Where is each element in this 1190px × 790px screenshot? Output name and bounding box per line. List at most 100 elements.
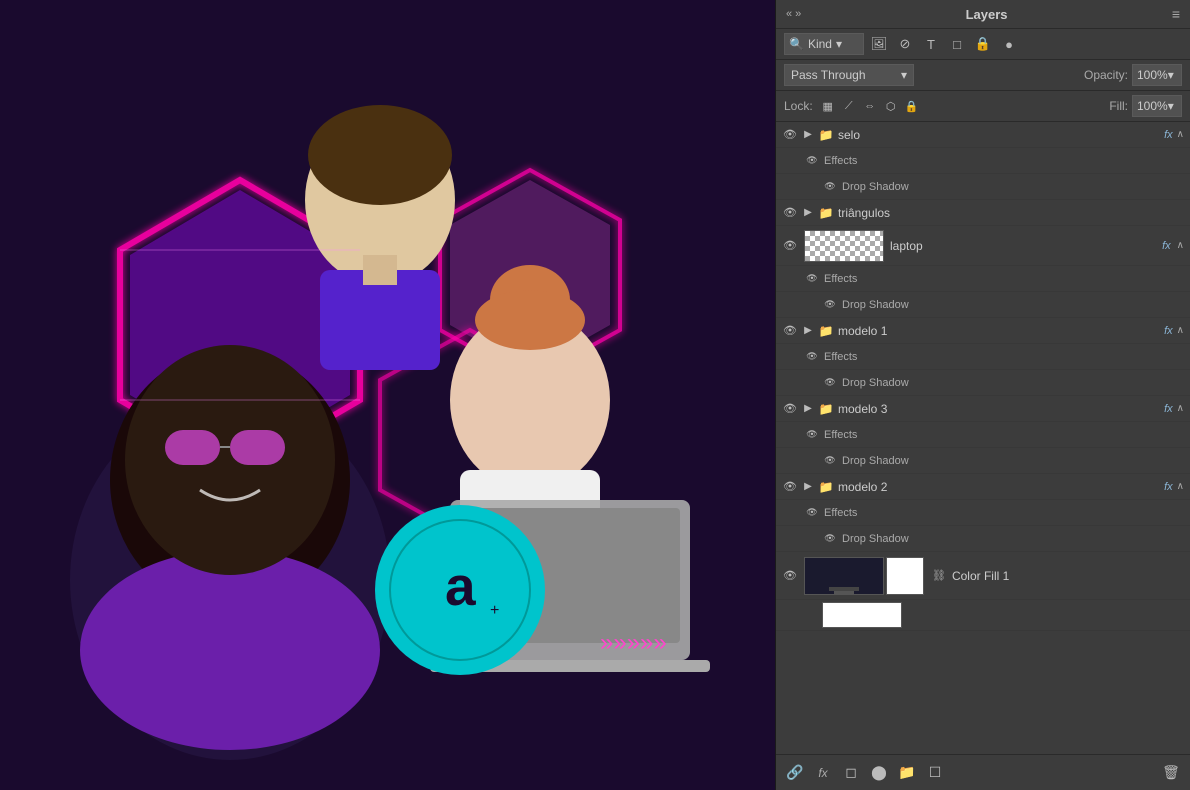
- visibility-icon-laptop-dropshadow[interactable]: 👁: [822, 297, 838, 313]
- colorfill1-thumb-white: [886, 557, 924, 595]
- visibility-icon-modelo1[interactable]: 👁: [782, 323, 798, 339]
- canvas-area: a + »»»»»: [0, 0, 775, 790]
- chevron-up-selo[interactable]: ∧: [1177, 129, 1184, 140]
- fx-badge-modelo2: fx: [1164, 481, 1173, 493]
- layer-item-modelo2[interactable]: 👁 ▶ 📁 modelo 2 fx ∧: [776, 474, 1190, 500]
- visibility-icon-modelo3-effects[interactable]: 👁: [804, 427, 820, 443]
- visibility-icon-modelo1-dropshadow[interactable]: 👁: [822, 375, 838, 391]
- fx-badge-modelo3: fx: [1164, 403, 1173, 415]
- extra-white-thumb: [822, 602, 902, 628]
- layer-item-laptop[interactable]: 👁 laptop fx ∧: [776, 226, 1190, 266]
- fill-input[interactable]: 100% ▾: [1132, 95, 1182, 117]
- group-layers-icon[interactable]: 📁: [896, 762, 918, 784]
- chevron-up-modelo2[interactable]: ∧: [1177, 481, 1184, 492]
- filter-icons-group: 🖼 ⊘ T □ 🔒 ●: [868, 33, 1020, 55]
- visibility-icon-laptop-effects[interactable]: 👁: [804, 271, 820, 287]
- effects-label-modelo1: Effects: [824, 351, 857, 363]
- visibility-icon-selo-effects[interactable]: 👁: [804, 153, 820, 169]
- expand-arrow-modelo3[interactable]: ▶: [802, 403, 814, 415]
- lock-paint-icon[interactable]: ⟋: [840, 97, 858, 115]
- opacity-input[interactable]: 100% ▾: [1132, 64, 1182, 86]
- layer-item-triangulos[interactable]: 👁 ▶ 📁 triângulos: [776, 200, 1190, 226]
- visibility-icon-modelo3-dropshadow[interactable]: 👁: [822, 453, 838, 469]
- collapse-arrows-icon[interactable]: « »: [786, 8, 801, 20]
- visibility-icon-modelo2-effects[interactable]: 👁: [804, 505, 820, 521]
- folder-icon-modelo1: 📁: [818, 323, 834, 339]
- link-layers-icon[interactable]: 🔗: [784, 762, 806, 784]
- filter-adjustment-icon[interactable]: ⊘: [894, 33, 916, 55]
- canvas-content: a + »»»»»: [0, 0, 775, 790]
- filter-pixel-icon[interactable]: 🖼: [868, 33, 890, 55]
- visibility-icon-colorfill1[interactable]: 👁: [782, 568, 798, 584]
- extra-thumb-row: [776, 600, 1190, 631]
- layer-item-modelo3-dropshadow[interactable]: 👁 Drop Shadow: [776, 448, 1190, 474]
- kind-dropdown[interactable]: 🔍 Kind ▾: [784, 33, 864, 55]
- layer-item-colorfill1[interactable]: 👁 ⛓ Color Fill 1: [776, 552, 1190, 600]
- opacity-label: Opacity:: [1084, 68, 1128, 82]
- layer-item-laptop-dropshadow[interactable]: 👁 Drop Shadow: [776, 292, 1190, 318]
- opacity-chevron-icon: ▾: [1168, 68, 1174, 82]
- colorfill1-thumbs: [804, 557, 924, 595]
- lock-fill-row: Lock: ▦ ⟋ ⇔ ⬡ 🔒 Fill: 100% ▾: [776, 91, 1190, 122]
- layer-item-modelo3-effects[interactable]: 👁 Effects: [776, 422, 1190, 448]
- chevron-up-laptop[interactable]: ∧: [1177, 240, 1184, 251]
- layer-name-modelo1: modelo 1: [838, 324, 1160, 338]
- fill-section: Fill: 100% ▾: [1109, 95, 1182, 117]
- dropshadow-label-modelo3: Drop Shadow: [842, 455, 909, 467]
- layer-item-selo-dropshadow[interactable]: 👁 Drop Shadow: [776, 174, 1190, 200]
- expand-arrow-triangulos[interactable]: ▶: [802, 207, 814, 219]
- panel-title: Layers: [966, 7, 1008, 22]
- new-layer-icon[interactable]: ☐: [924, 762, 946, 784]
- expand-arrow-modelo2[interactable]: ▶: [802, 481, 814, 493]
- dropshadow-label-modelo1: Drop Shadow: [842, 377, 909, 389]
- chevron-up-modelo3[interactable]: ∧: [1177, 403, 1184, 414]
- filter-text-icon[interactable]: T: [920, 33, 942, 55]
- dropshadow-label-laptop: Drop Shadow: [842, 299, 909, 311]
- visibility-icon-selo-dropshadow[interactable]: 👁: [822, 179, 838, 195]
- visibility-icon-selo[interactable]: 👁: [782, 127, 798, 143]
- visibility-icon-triangulos[interactable]: 👁: [782, 205, 798, 221]
- chevron-up-modelo1[interactable]: ∧: [1177, 325, 1184, 336]
- delete-layer-icon[interactable]: 🗑: [1160, 762, 1182, 784]
- layer-item-modelo2-effects[interactable]: 👁 Effects: [776, 500, 1190, 526]
- layer-item-modelo1-effects[interactable]: 👁 Effects: [776, 344, 1190, 370]
- expand-arrow-selo[interactable]: ▶: [802, 129, 814, 141]
- layer-item-selo[interactable]: 👁 ▶ 📁 selo fx ∧: [776, 122, 1190, 148]
- expand-arrow-modelo1[interactable]: ▶: [802, 325, 814, 337]
- visibility-icon-laptop[interactable]: 👁: [782, 238, 798, 254]
- folder-icon-modelo2: 📁: [818, 479, 834, 495]
- visibility-icon-modelo2-dropshadow[interactable]: 👁: [822, 531, 838, 547]
- lock-pixels-icon[interactable]: ▦: [819, 97, 837, 115]
- filter-color-icon[interactable]: ●: [998, 33, 1020, 55]
- dropshadow-label-selo: Drop Shadow: [842, 181, 909, 193]
- visibility-icon-modelo3[interactable]: 👁: [782, 401, 798, 417]
- toolbar-filter-row: 🔍 Kind ▾ 🖼 ⊘ T □ 🔒 ●: [776, 29, 1190, 60]
- layer-item-selo-effects[interactable]: 👁 Effects: [776, 148, 1190, 174]
- lock-artboard-icon[interactable]: ⬡: [882, 97, 900, 115]
- layer-item-modelo1[interactable]: 👁 ▶ 📁 modelo 1 fx ∧: [776, 318, 1190, 344]
- visibility-icon-modelo1-effects[interactable]: 👁: [804, 349, 820, 365]
- layer-fx-icon[interactable]: fx: [812, 762, 834, 784]
- fill-label: Fill:: [1109, 99, 1128, 113]
- lock-icons-group: ▦ ⟋ ⇔ ⬡ 🔒: [819, 97, 921, 115]
- blend-mode-dropdown[interactable]: Pass Through ▾: [784, 64, 914, 86]
- fill-chevron-icon: ▾: [1168, 99, 1174, 113]
- lock-move-icon[interactable]: ⇔: [861, 97, 879, 115]
- layer-name-colorfill1: Color Fill 1: [952, 569, 1184, 583]
- visibility-icon-modelo2[interactable]: 👁: [782, 479, 798, 495]
- svg-text:+: +: [490, 602, 499, 619]
- filter-smart-icon[interactable]: 🔒: [972, 33, 994, 55]
- layer-item-modelo2-dropshadow[interactable]: 👁 Drop Shadow: [776, 526, 1190, 552]
- dropshadow-label-modelo2: Drop Shadow: [842, 533, 909, 545]
- layer-item-laptop-effects[interactable]: 👁 Effects: [776, 266, 1190, 292]
- lock-all-icon[interactable]: 🔒: [903, 97, 921, 115]
- panel-menu-icon[interactable]: ≡: [1172, 6, 1180, 22]
- adjustment-icon[interactable]: ⬤: [868, 762, 890, 784]
- layers-bottom-toolbar: 🔗 fx ◻ ⬤ 📁 ☐ 🗑: [776, 754, 1190, 790]
- filter-shape-icon[interactable]: □: [946, 33, 968, 55]
- folder-icon-selo: 📁: [818, 127, 834, 143]
- layer-item-modelo3[interactable]: 👁 ▶ 📁 modelo 3 fx ∧: [776, 396, 1190, 422]
- fx-badge-laptop: fx: [1162, 240, 1171, 252]
- layer-item-modelo1-dropshadow[interactable]: 👁 Drop Shadow: [776, 370, 1190, 396]
- add-mask-icon[interactable]: ◻: [840, 762, 862, 784]
